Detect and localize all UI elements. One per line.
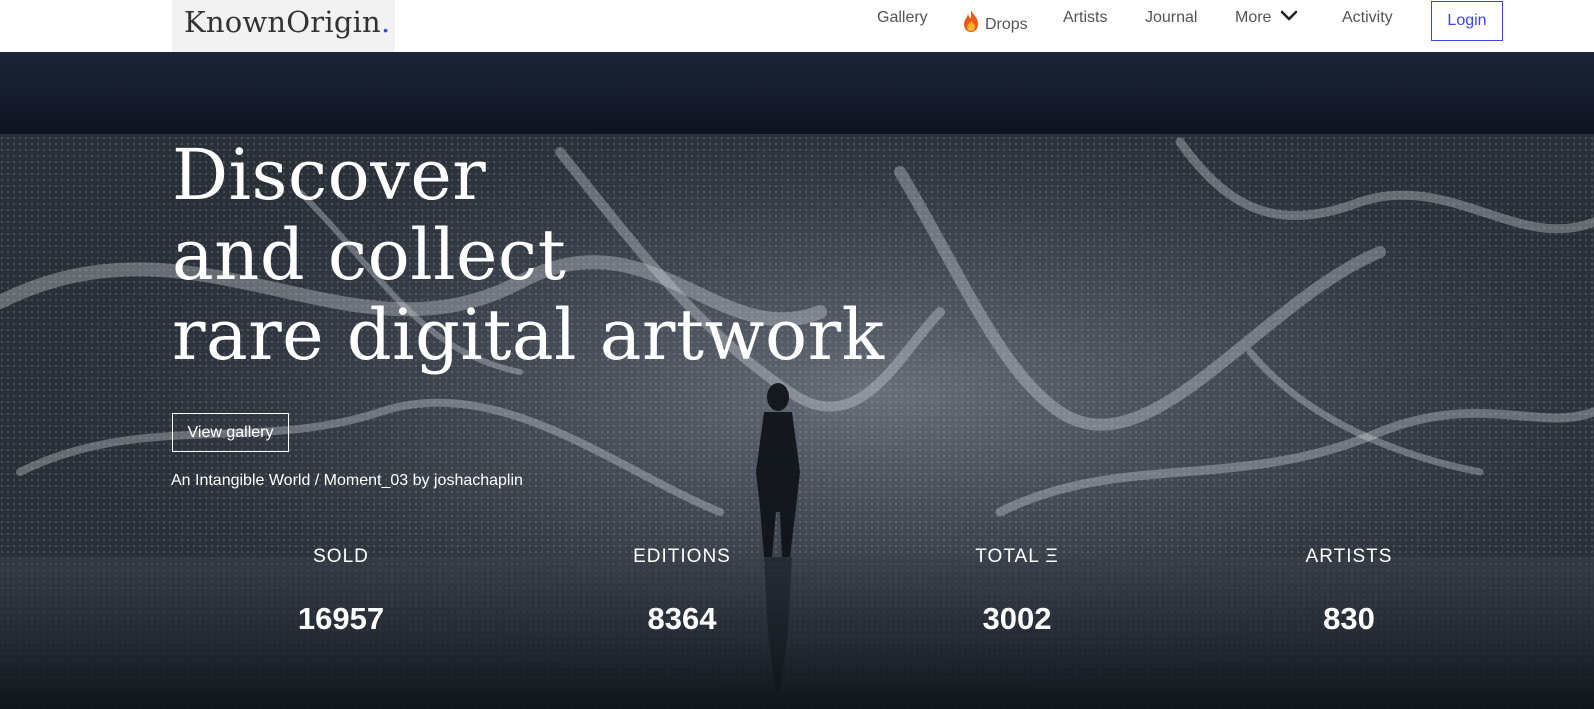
artwork-credit: An Intangible World / Moment_03 by josha…	[171, 472, 523, 490]
stat-label: SOLD	[313, 546, 369, 567]
nav-drops-label: Drops	[985, 16, 1028, 33]
stat-label: EDITIONS	[633, 546, 731, 567]
top-navbar: KnownOrigin. Gallery Drops Artists Journ…	[0, 0, 1594, 52]
brand-logo[interactable]: KnownOrigin.	[172, 0, 395, 52]
nav-more-label: More	[1235, 9, 1272, 26]
chevron-down-icon	[1281, 10, 1298, 21]
nav-drops[interactable]: Drops	[961, 9, 1028, 34]
stat-label: TOTAL Ξ	[975, 546, 1059, 567]
login-button[interactable]: Login	[1431, 1, 1503, 41]
view-gallery-button[interactable]: View gallery	[172, 413, 289, 452]
artist-link[interactable]: joshachaplin	[434, 472, 523, 489]
nav-journal[interactable]: Journal	[1145, 9, 1197, 27]
headline-line-2: and collect	[172, 214, 567, 296]
nav-artists-label: Artists	[1063, 9, 1108, 26]
nav-artists[interactable]: Artists	[1063, 9, 1107, 27]
headline-line-1: Discover	[172, 134, 487, 216]
nav-more-dropdown[interactable]: More	[1235, 9, 1299, 27]
stat-value: 3002	[982, 601, 1052, 636]
stat-value: 16957	[297, 601, 385, 636]
nav-journal-label: Journal	[1145, 9, 1198, 26]
hero-headline: Discover and collect rare digital artwor…	[172, 135, 885, 375]
stat-value: 830	[1323, 601, 1375, 636]
headline-line-3: rare digital artwork	[172, 294, 885, 376]
fire-icon	[964, 10, 978, 32]
nav-activity-label: Activity	[1342, 9, 1393, 26]
artwork-title-link[interactable]: An Intangible World / Moment_03	[171, 472, 408, 489]
stat-label: ARTISTS	[1305, 546, 1393, 567]
stat-value: 8364	[647, 601, 717, 636]
nav-gallery[interactable]: Gallery	[877, 9, 928, 27]
nav-activity[interactable]: Activity	[1342, 9, 1393, 27]
brand-name[interactable]: KnownOrigin	[184, 5, 381, 39]
credit-by: by	[412, 472, 430, 489]
brand-dot: .	[380, 5, 391, 39]
hero-banner: Discover and collect rare digital artwor…	[0, 52, 1594, 709]
nav-gallery-label: Gallery	[877, 9, 928, 26]
